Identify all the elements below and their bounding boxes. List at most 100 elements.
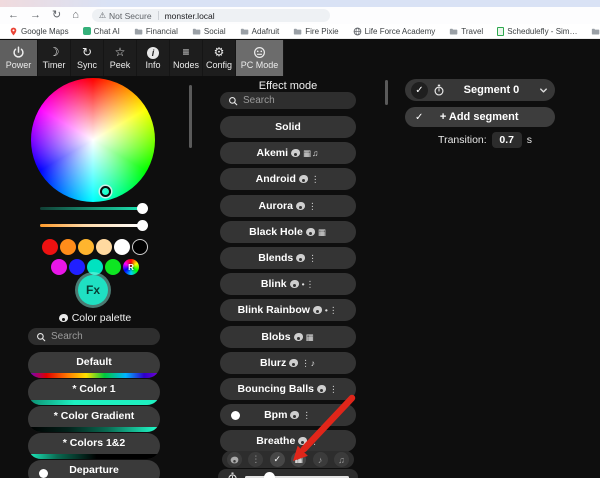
palette-item-departure[interactable]: Departure [28,460,160,478]
nav-nodes-button[interactable]: ≡ Nodes [170,40,203,76]
effect-item-blink-rainbow[interactable]: Blink Rainbow •⋮ [220,299,356,321]
palette-filter-button[interactable] [227,452,242,467]
home-icon[interactable]: ⌂ [72,10,79,21]
chevron-down-icon[interactable] [538,85,549,96]
add-segment-button[interactable]: ✓ + Add segment [405,107,555,127]
bookmark-travel[interactable]: Travel [449,27,483,36]
2d-filter-button[interactable]: ▦ [291,452,307,467]
bookmark-label: Financial [145,26,178,36]
swatch-peach[interactable] [96,239,112,255]
swatch-black[interactable] [132,239,148,255]
effect-item-black-hole[interactable]: Black Hole ▦ [220,221,356,243]
swatch-green[interactable] [105,259,121,275]
effect-search-input[interactable] [243,95,348,106]
effect-item-blends[interactable]: Blends ⋮ [220,247,356,269]
effect-item-blobs[interactable]: Blobs ▦ [220,326,356,348]
segment-name: Segment 0 [463,84,520,96]
palette-item-color1[interactable]: * Color 1 [28,379,160,405]
bookmark-label: Fire Pixie [305,26,339,36]
effect-mode-title: Effect mode [258,80,318,92]
effect-item-breathe[interactable]: Breathe ⋮ [220,430,356,452]
nav-config-button[interactable]: ⚙ Config [203,40,236,76]
swatch-row-2: R [0,259,190,275]
transition-input[interactable]: 0.7 [491,132,522,148]
palette-preview [28,427,160,432]
sync-icon: ↻ [81,45,93,59]
nav-label: Config [205,60,232,70]
1d-filter-button[interactable]: ⋮ [248,452,264,467]
palette-item-color-gradient[interactable]: * Color Gradient [28,406,160,432]
white-balance-slider[interactable] [40,224,140,227]
nav-peek-button[interactable]: ☆ Peek [104,40,137,76]
bookmark-google-maps[interactable]: Google Maps [9,27,69,36]
swatch-blue[interactable] [69,259,85,275]
nav-info-button[interactable]: i Info [137,40,170,76]
frequency-filter-button[interactable]: ♫ [333,452,349,467]
palette-icon [291,149,301,157]
folder-icon [293,27,302,36]
swatch-magenta[interactable] [51,259,67,275]
bookmark-label: Chat AI [93,26,120,36]
nav-label: Info [145,59,161,70]
volume-filter-button[interactable]: ♪ [312,452,328,467]
bookmark-schedulefly[interactable]: Schedulefly - Sim… [497,26,577,36]
effect-item-android[interactable]: Android ⋮ [220,168,356,190]
middle-scrollbar[interactable] [385,80,388,105]
effect-item-solid[interactable]: Solid [220,116,356,138]
palette-item-colors-1-2[interactable]: * Colors 1&2 [28,433,160,459]
color-wheel-marker[interactable] [100,186,111,197]
swatch-orange[interactable] [60,239,76,255]
add-segment-label: + Add segment [439,111,519,123]
effect-item-bouncing-balls[interactable]: Bouncing Balls ⋮ [220,378,356,400]
swatch-amber[interactable] [78,239,94,255]
swatch-row-1 [0,239,190,255]
folder-icon [591,27,600,36]
nav-power-button[interactable]: Power [0,40,38,76]
nav-sync-button[interactable]: ↻ Sync [71,40,104,76]
bookmark-fire-pixie[interactable]: Fire Pixie [293,26,339,36]
effect-item-blink[interactable]: Blink •⋮ [220,273,356,295]
transition-row: Transition: 0.7 s [415,132,555,148]
bookmark-social[interactable]: Social [192,27,226,36]
effect-item-bpm[interactable]: Bpm ⋮ [220,404,356,426]
effect-item-akemi[interactable]: Akemi ▦♫ [220,142,356,164]
palette-search-input[interactable] [51,331,152,342]
saturation-slider-knob[interactable] [137,203,148,214]
address-bar[interactable]: ⚠ Not Secure monster.local [91,9,330,22]
swatch-red[interactable] [42,239,58,255]
star-icon: ☆ [114,45,126,59]
bookmark-financial[interactable]: Financial [134,27,178,36]
bookmark-adafruit[interactable]: Adafruit [240,27,279,36]
bookmark-life-force[interactable]: Life Force Academy [353,27,435,36]
color-wheel[interactable] [31,78,155,202]
filter-check-icon[interactable]: ✓ [269,452,285,467]
nav-label: Timer [42,60,66,70]
selected-dot [231,410,240,420]
effect-item-aurora[interactable]: Aurora ⋮ [220,195,356,217]
effect-speed-row [218,469,358,478]
power-icon [12,46,25,59]
swatch-white[interactable] [114,239,130,255]
segment-0-row[interactable]: ✓ Segment 0 [405,79,555,101]
white-balance-slider-knob[interactable] [137,220,148,231]
saturation-slider[interactable] [40,207,140,210]
left-scrollbar[interactable] [189,85,192,148]
effect-item-blurz[interactable]: Blurz ⋮♪ [220,352,356,374]
swatch-teal[interactable] [87,259,103,275]
effect-speed-knob[interactable] [263,471,275,478]
nav-pc-mode-button[interactable]: PC Mode [236,40,284,76]
address-url: monster.local [164,10,215,21]
bookmark-chat-ai[interactable]: Chat AI [82,26,120,36]
fx-button[interactable]: Fx [78,275,108,305]
bookmark-homeowner[interactable]: Homeowner [591,27,600,36]
forward-icon[interactable]: → [30,10,41,21]
palette-search[interactable] [28,328,160,345]
palette-icon [290,411,300,419]
nav-timer-button[interactable]: ☽ Timer [38,40,71,76]
back-icon[interactable]: ← [8,10,19,21]
swatch-rainbow[interactable]: R [123,259,139,275]
effect-search[interactable] [220,92,356,109]
reload-icon[interactable]: ↻ [52,10,61,21]
palette-item-default[interactable]: Default [28,352,160,378]
segment-checkbox[interactable]: ✓ [411,81,428,99]
